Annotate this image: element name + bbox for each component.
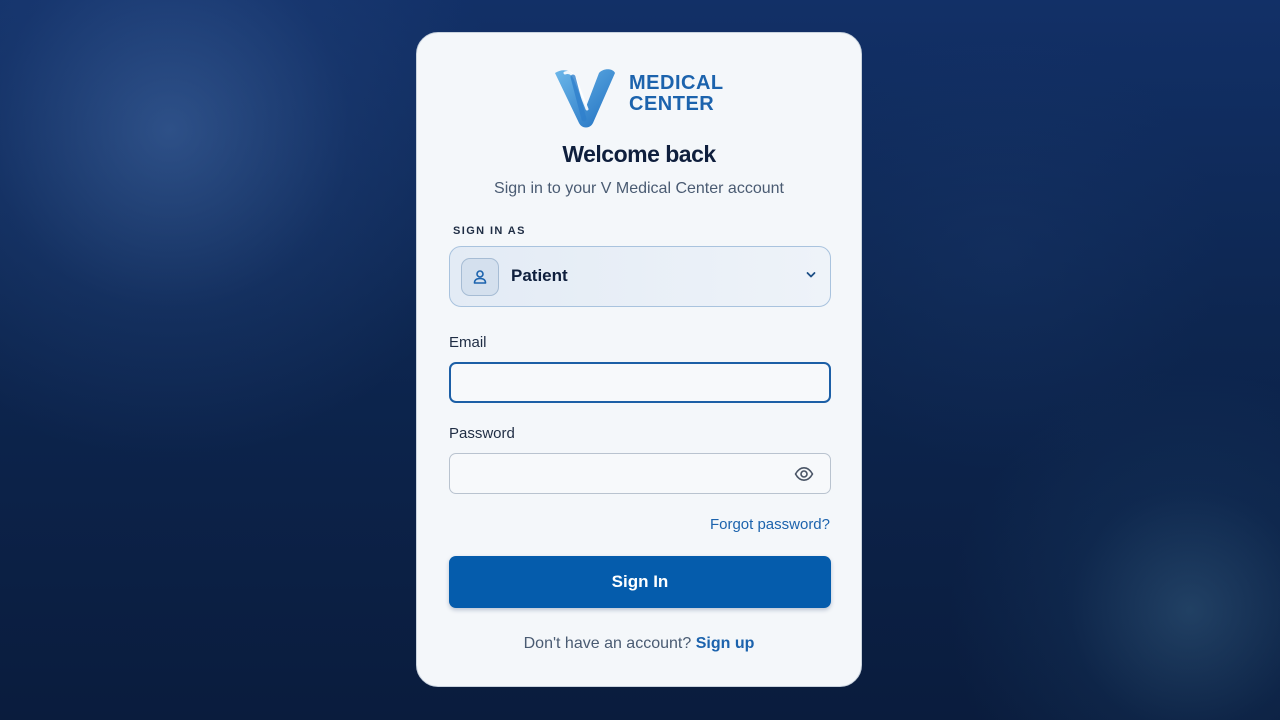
user-icon xyxy=(461,258,499,296)
chevron-down-icon xyxy=(806,272,816,278)
email-field[interactable] xyxy=(449,362,831,403)
email-label: Email xyxy=(449,334,487,351)
brand-line-2: CENTER xyxy=(629,93,715,115)
sign-in-button[interactable]: Sign In xyxy=(449,556,831,608)
forgot-password-link[interactable]: Forgot password? xyxy=(710,516,830,533)
brand-line-1: MEDICAL xyxy=(629,72,724,94)
role-label: SIGN IN AS xyxy=(453,225,526,237)
signup-prompt: Don't have an account? xyxy=(523,635,692,652)
page-subtitle: Sign in to your V Medical Center account xyxy=(494,180,784,197)
password-label: Password xyxy=(449,425,515,442)
eye-icon[interactable] xyxy=(794,464,814,484)
signup-link[interactable]: Sign up xyxy=(696,635,755,652)
signup-row: Don't have an account? Sign up xyxy=(417,635,861,653)
v-logo-icon xyxy=(555,69,615,128)
login-card: MEDICAL CENTER Welcome back Sign in to y… xyxy=(416,32,862,687)
role-selected-value: Patient xyxy=(511,266,568,285)
brand-wordmark: MEDICAL CENTER xyxy=(629,73,724,115)
password-field[interactable] xyxy=(449,453,831,494)
brand-logo: MEDICAL CENTER xyxy=(553,67,733,129)
page-title: Welcome back xyxy=(562,141,716,167)
role-select[interactable]: Patient xyxy=(449,246,831,307)
